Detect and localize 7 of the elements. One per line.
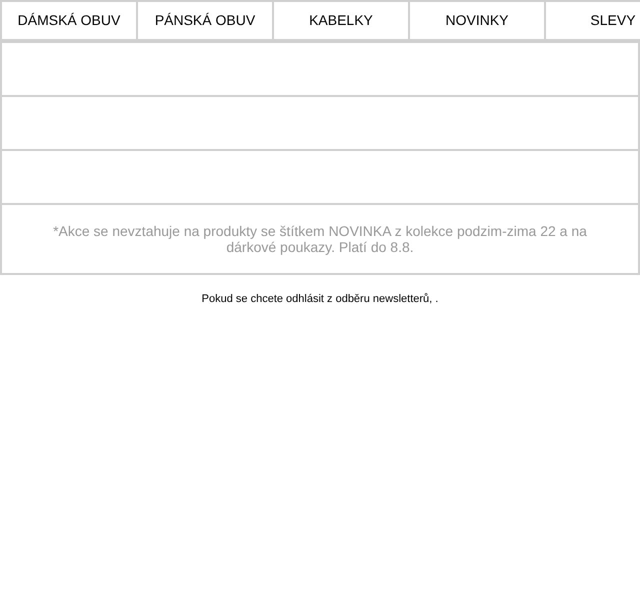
unsubscribe-text: Pokud se chcete odhlásit z odběru newsletterů, . — [202, 292, 438, 307]
nav-link[interactable]: PÁNSKÁ OBUV — [138, 2, 272, 39]
disclaimer-text: *Akce se nevztahuje na produkty se štítkem NOVINKA z kolekce podzim-zima 22 a na dárkové poukazy. Platí do 8.8. — [52, 223, 588, 255]
nav-link[interactable]: DÁMSKÁ OBUV — [2, 2, 136, 39]
nav-link[interactable]: KABELKY — [274, 2, 408, 39]
nav-link[interactable]: NOVINKY — [410, 2, 544, 39]
nav-link[interactable]: SLEVY — [546, 2, 640, 39]
